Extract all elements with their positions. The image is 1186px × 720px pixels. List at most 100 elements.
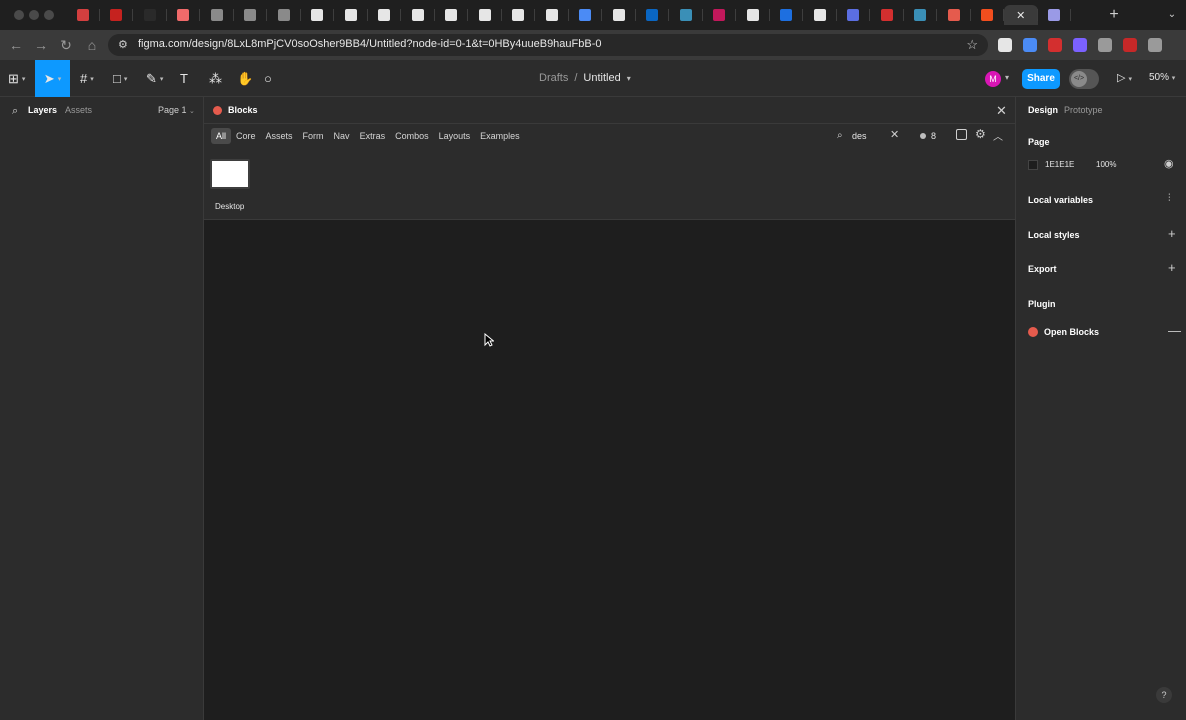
browser-tab[interactable]	[401, 5, 435, 25]
hand-tool[interactable]: ✋	[237, 68, 253, 89]
page-color-opacity[interactable]: 100%	[1096, 160, 1116, 169]
shape-tool[interactable]: □ ▾	[113, 68, 127, 89]
browser-tab[interactable]	[368, 5, 401, 25]
browser-tab[interactable]	[937, 5, 971, 25]
fx-icon[interactable]	[998, 38, 1012, 52]
home-button[interactable]: ⌂	[83, 36, 101, 54]
clear-search-icon[interactable]: ✕	[890, 128, 899, 141]
browser-tab[interactable]	[837, 5, 870, 25]
forward-button[interactable]: →	[32, 36, 50, 54]
bookmark-star-icon[interactable]: ☆	[966, 37, 978, 53]
browser-tab[interactable]	[502, 5, 535, 25]
browser-tab[interactable]	[334, 5, 368, 25]
browser-tab[interactable]	[803, 5, 837, 25]
site-info-icon[interactable]: ⚙	[118, 39, 130, 51]
shield-icon[interactable]	[1048, 38, 1062, 52]
browser-tab[interactable]	[1038, 5, 1071, 25]
browser-tab[interactable]	[669, 5, 703, 25]
browser-tab[interactable]	[133, 5, 167, 25]
tab-assets[interactable]: Assets	[65, 105, 92, 115]
tab-search-button[interactable]: ⌄	[1164, 6, 1180, 24]
reload-button[interactable]: ↻	[57, 36, 75, 54]
help-button[interactable]: ?	[1156, 687, 1172, 703]
browser-tab[interactable]	[870, 5, 904, 25]
browser-tab[interactable]	[234, 5, 267, 25]
translate-icon[interactable]	[1023, 38, 1037, 52]
browser-tab[interactable]	[971, 5, 1004, 25]
browser-tab[interactable]	[703, 5, 736, 25]
share-button[interactable]: Share	[1022, 69, 1060, 89]
search-icon[interactable]: ⌕	[12, 105, 18, 118]
pen-tool[interactable]: ✎ ▾	[146, 68, 163, 89]
add-export-icon[interactable]: +	[1168, 260, 1176, 275]
dev-mode-toggle[interactable]: </>	[1069, 69, 1099, 89]
plugin-tab-assets[interactable]: Assets	[261, 128, 298, 144]
remove-plugin-icon[interactable]: —	[1168, 323, 1181, 338]
plugin-tab-form[interactable]: Form	[298, 128, 329, 144]
browser-tab[interactable]	[66, 5, 100, 25]
present-button[interactable]: ▷ ▾	[1117, 71, 1132, 84]
page-color-swatch[interactable]	[1028, 160, 1038, 170]
close-icon[interactable]: ✕	[996, 103, 1007, 119]
plugin-tab-core[interactable]: Core	[231, 128, 261, 144]
tab-prototype[interactable]: Prototype	[1064, 105, 1103, 115]
browser-tab[interactable]	[435, 5, 468, 25]
chevron-down-icon[interactable]: ▾	[1005, 73, 1009, 82]
browser-tab[interactable]: ✕	[1004, 5, 1038, 25]
url-text[interactable]: figma.com/design/8LxL8mPjCV0soOsher9BB4/…	[138, 38, 602, 50]
browser-tab[interactable]	[602, 5, 636, 25]
avatar[interactable]: M	[985, 71, 1001, 87]
window-close-button[interactable]	[14, 10, 24, 20]
page-color-hex[interactable]: 1E1E1E	[1045, 160, 1074, 169]
resources-tool[interactable]: ⁂	[209, 68, 222, 89]
browser-tab[interactable]	[167, 5, 200, 25]
browser-tab[interactable]	[100, 5, 133, 25]
breadcrumb-project[interactable]: Drafts	[539, 72, 568, 84]
back-button[interactable]: ←	[7, 36, 25, 54]
text-tool[interactable]: T	[180, 68, 188, 89]
browser-tab[interactable]	[267, 5, 301, 25]
window-zoom-button[interactable]	[44, 10, 54, 20]
local-variables-heading[interactable]: Local variables	[1028, 195, 1093, 205]
frame-tool[interactable]: # ▾	[80, 68, 94, 89]
plugin-tab-nav[interactable]: Nav	[329, 128, 355, 144]
plugin-tab-examples[interactable]: Examples	[475, 128, 525, 144]
open-blocks-button[interactable]: Open Blocks	[1044, 327, 1099, 337]
gear-icon[interactable]: ⚙	[975, 127, 986, 141]
eye-icon[interactable]: ◉	[1164, 157, 1174, 170]
browser-tab[interactable]	[200, 5, 234, 25]
color-icon[interactable]	[1073, 38, 1087, 52]
browser-tab[interactable]	[736, 5, 770, 25]
window-minimize-button[interactable]	[29, 10, 39, 20]
tab-layers[interactable]: Layers	[28, 105, 57, 115]
browser-tab[interactable]	[535, 5, 569, 25]
browser-tab[interactable]	[770, 5, 803, 25]
address-bar[interactable]: ⚙ figma.com/design/8LxL8mPjCV0soOsher9BB…	[108, 34, 988, 56]
frame-icon[interactable]	[956, 129, 967, 140]
browser-tab[interactable]	[301, 5, 334, 25]
plugin-tab-all[interactable]: All	[211, 128, 232, 144]
page-selector[interactable]: Page 1 ⌄	[158, 105, 195, 115]
tab-design[interactable]: Design	[1028, 105, 1058, 115]
chevron-down-icon[interactable]: ▾	[627, 74, 631, 83]
browser-tab[interactable]	[468, 5, 502, 25]
new-tab-button[interactable]: +	[1106, 5, 1122, 25]
puzzle-icon[interactable]	[1098, 38, 1112, 52]
file-name[interactable]: Untitled	[583, 72, 620, 84]
browser-tab[interactable]	[569, 5, 602, 25]
menu-icon[interactable]	[1148, 38, 1162, 52]
comment-tool[interactable]: ○	[264, 68, 272, 89]
zoom-menu[interactable]: 50% ▾	[1149, 72, 1175, 83]
profile-icon[interactable]	[1123, 38, 1137, 52]
chevron-up-icon[interactable]: ︿	[993, 128, 1003, 143]
browser-tab[interactable]	[904, 5, 937, 25]
add-style-icon[interactable]: +	[1168, 226, 1176, 241]
block-label[interactable]: Desktop	[215, 202, 244, 211]
plugin-tab-extras[interactable]: Extras	[355, 128, 391, 144]
plugin-search-input[interactable]: des	[852, 131, 867, 141]
browser-tab[interactable]	[636, 5, 669, 25]
plugin-tab-combos[interactable]: Combos	[390, 128, 434, 144]
main-menu[interactable]: ⊞ ▾	[8, 68, 25, 89]
block-thumbnail-desktop[interactable]	[210, 159, 250, 189]
plugin-tab-layouts[interactable]: Layouts	[434, 128, 476, 144]
